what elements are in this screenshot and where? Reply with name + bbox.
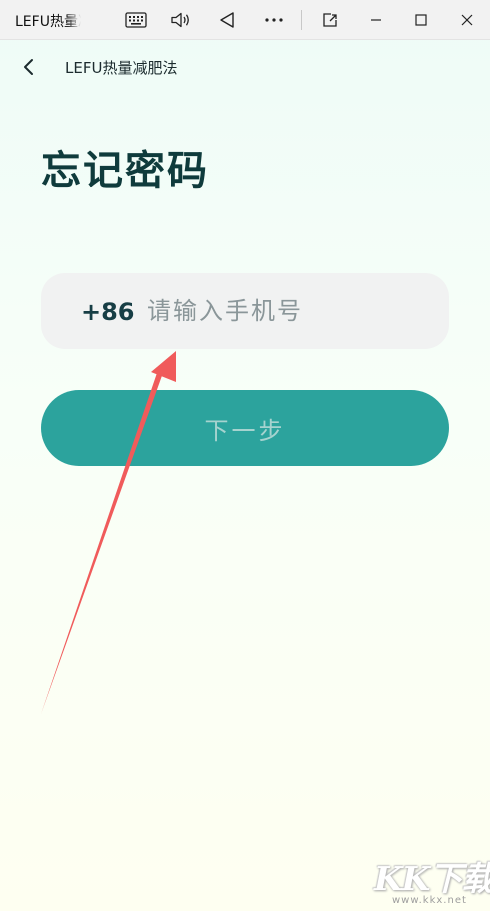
watermark: KK下载 www.kkx.net bbox=[370, 852, 490, 908]
annotation-arrow bbox=[41, 351, 176, 714]
watermark-logo: KK下载 bbox=[374, 859, 490, 898]
watermark-url: www.kkx.net bbox=[392, 895, 467, 906]
